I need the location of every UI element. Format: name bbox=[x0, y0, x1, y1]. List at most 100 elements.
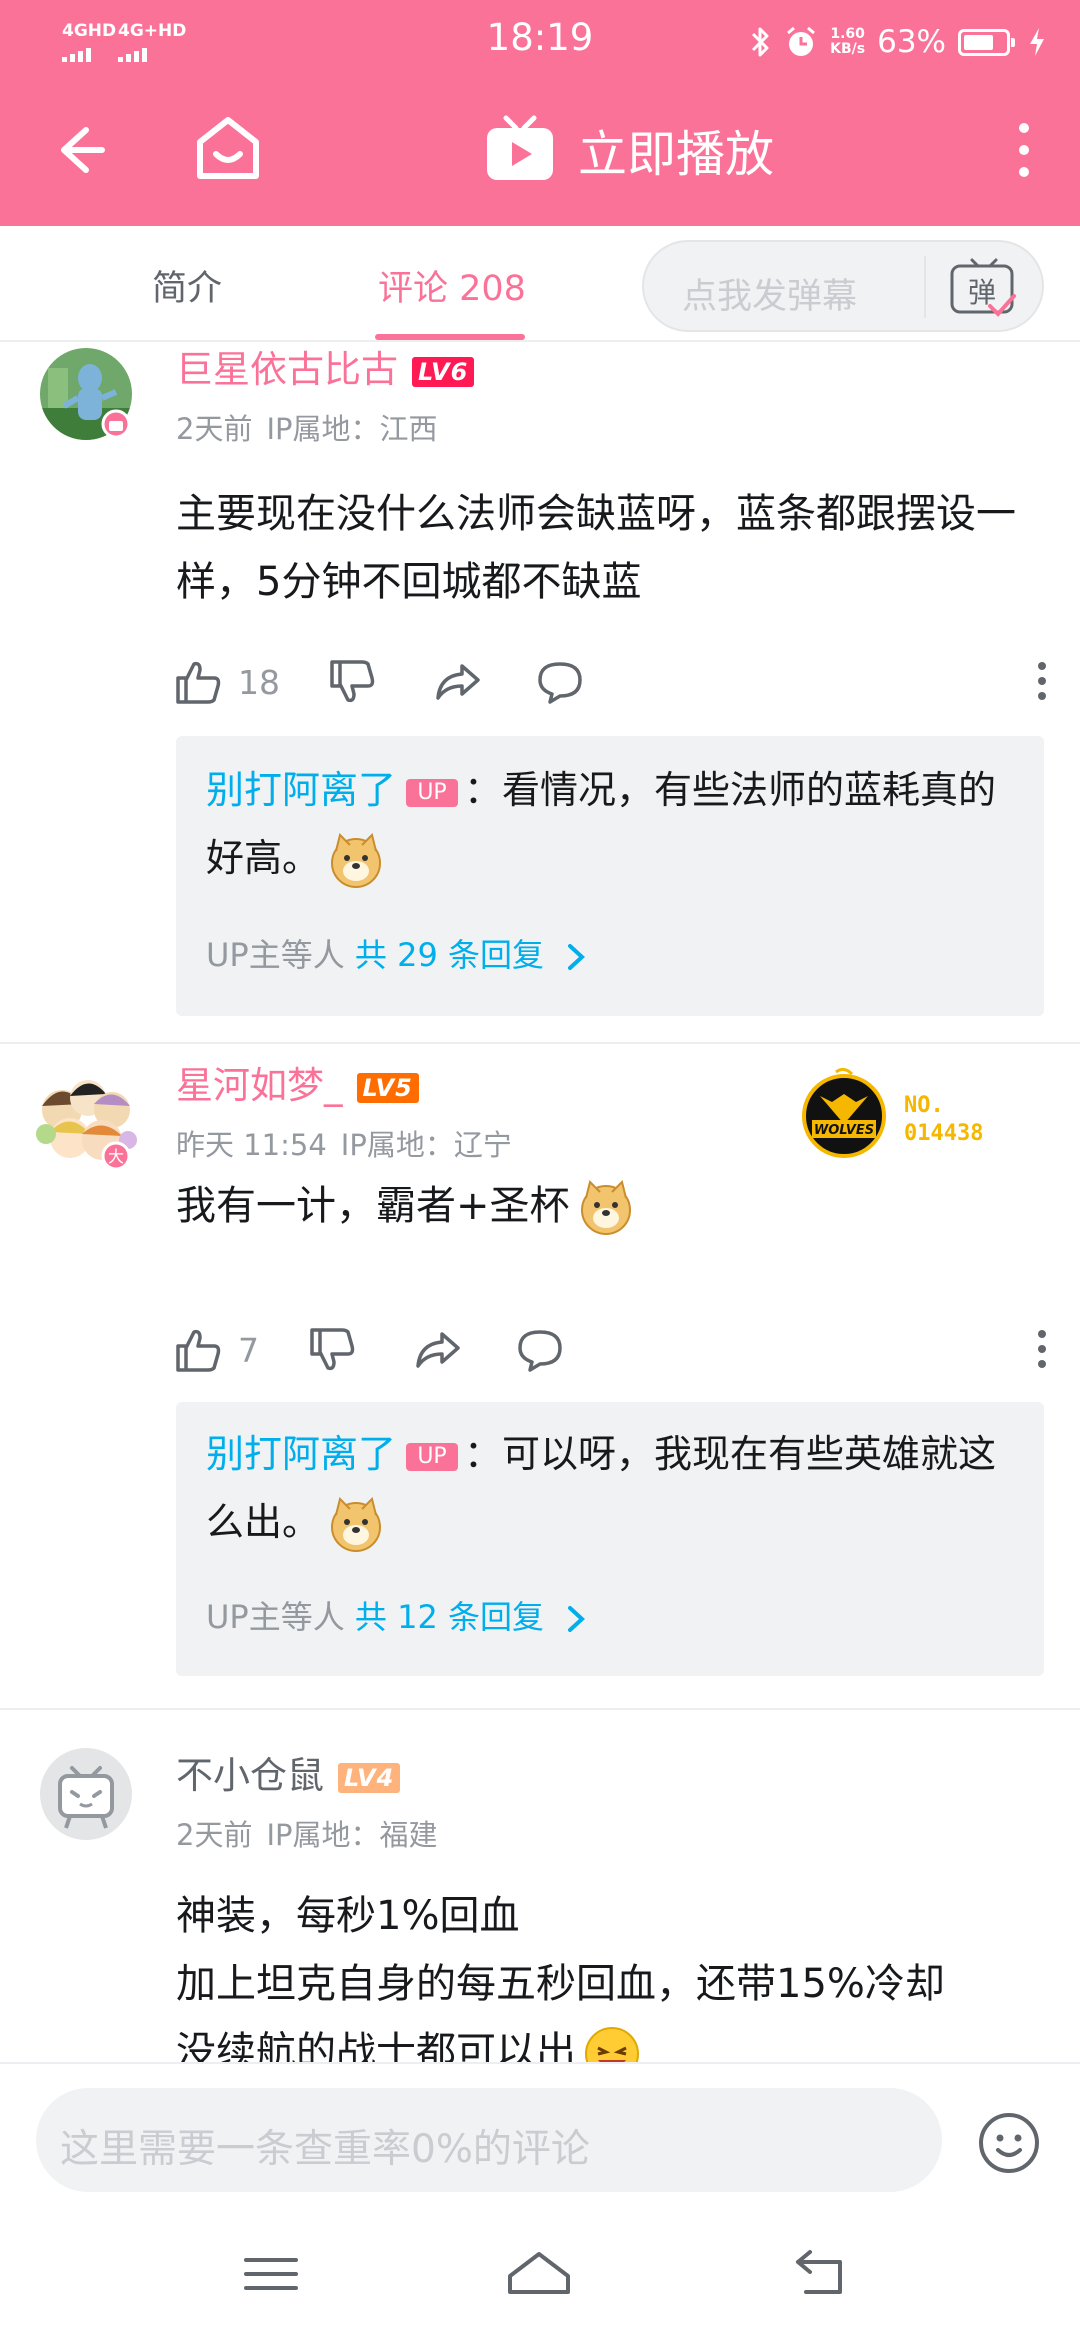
tab-active-indicator bbox=[375, 334, 525, 340]
status-right-group: 1.60 KB/s 63% bbox=[750, 20, 1046, 64]
battery-icon bbox=[958, 28, 1015, 56]
reply-username[interactable]: 别打阿离了 bbox=[206, 1432, 396, 1476]
comment-bubble-icon bbox=[518, 1330, 562, 1372]
top-bar: 4GHD 4G+HD 18:19 1.60 KB/s 63% 立即播放 bbox=[0, 0, 1080, 226]
comment-text: 神装，每秒1%回血 加上坦克自身的每五秒回血，还带15%冷却 没续航的战士都可以… bbox=[176, 1882, 1046, 2062]
emoji-icon[interactable] bbox=[976, 2110, 1042, 2176]
tv-play-icon bbox=[487, 115, 553, 180]
level-badge: LV6 bbox=[412, 356, 475, 387]
avatar[interactable] bbox=[40, 348, 132, 440]
system-nav-bar bbox=[0, 2212, 1080, 2340]
laughing-emoji-icon bbox=[585, 2027, 639, 2062]
comment-text-body: 没续航的战士都可以出 bbox=[176, 2029, 576, 2062]
dislike-button[interactable] bbox=[306, 1322, 358, 1378]
level-badge: LV5 bbox=[356, 1072, 419, 1103]
network-speed: 1.60 KB/s bbox=[830, 27, 865, 57]
dislike-button[interactable] bbox=[326, 654, 378, 710]
danmaku-toggle-icon[interactable]: 弹 bbox=[946, 256, 1022, 322]
medal-number: NO. 014438 bbox=[904, 1092, 983, 1148]
comment-text: 主要现在没什么法师会缺蓝呀，蓝条都跟摆设一样，5分钟不回城都不缺蓝 bbox=[176, 491, 1016, 605]
nav-home-icon[interactable] bbox=[504, 2244, 574, 2304]
avatar[interactable] bbox=[40, 1748, 132, 1840]
share-icon bbox=[416, 1332, 460, 1368]
play-now-button[interactable]: 立即播放 bbox=[484, 108, 774, 192]
fan-medal[interactable]: WOLVES NO. 014438 bbox=[796, 1066, 1016, 1166]
level-badge: LV4 bbox=[338, 1762, 401, 1793]
doge-emoji-icon bbox=[580, 1180, 631, 1235]
medal-no-value: 014438 bbox=[904, 1121, 984, 1146]
comment-text-line: 加上坦克自身的每五秒回血，还带15%冷却 bbox=[176, 1961, 945, 2007]
reply-button[interactable] bbox=[534, 654, 586, 710]
danmaku-input[interactable]: 点我发弹幕 弹 bbox=[642, 240, 1044, 332]
comment-more-icon[interactable] bbox=[1032, 656, 1052, 706]
reply-preview-box[interactable]: 别打阿离了 UP ：看情况，有些法师的蓝耗真的好高。 UP主等人 共 29 条回复 bbox=[176, 736, 1044, 1016]
reply-preview: 别打阿离了 UP ：可以呀，我现在有些英雄就这么出。 bbox=[206, 1420, 1016, 1556]
reply-count: 共 12 条回复 bbox=[354, 1598, 544, 1636]
alarm-icon bbox=[787, 26, 816, 56]
wolves-emblem-icon: WOLVES bbox=[802, 1067, 886, 1158]
danmaku-icon-char: 弹 bbox=[968, 276, 996, 309]
menu-icon[interactable] bbox=[236, 2244, 306, 2304]
tab-bar: 简介 评论 208 点我发弹幕 弹 bbox=[0, 226, 1080, 342]
comment-item: 大 星河如梦_ LV5 昨天 11:54 IP属地：辽宁 WOLVES NO. 01… bbox=[0, 1044, 1080, 1708]
avatar[interactable]: 大 bbox=[32, 1070, 140, 1178]
back-arrow-icon[interactable] bbox=[48, 114, 120, 186]
speed-unit: KB/s bbox=[830, 41, 866, 57]
like-count: 7 bbox=[238, 1330, 259, 1370]
tab-comments[interactable]: 评论 208 bbox=[378, 260, 526, 311]
comment-time: 昨天 11:54 bbox=[176, 1128, 327, 1162]
share-button[interactable] bbox=[412, 1322, 464, 1378]
danmaku-placeholder: 点我发弹幕 bbox=[682, 277, 858, 317]
like-button[interactable]: 18 bbox=[172, 654, 280, 710]
comment-meta: 昨天 11:54 IP属地：辽宁 bbox=[176, 1122, 526, 1164]
username-text: 星河如梦_ bbox=[176, 1064, 343, 1107]
comment-ip: IP属地：福建 bbox=[266, 1818, 438, 1852]
comment-text-line: 神装，每秒1%回血 bbox=[176, 1893, 520, 1939]
medal-text: WOLVES bbox=[814, 1123, 874, 1138]
comment-meta: 2天前 IP属地：江西 bbox=[176, 406, 452, 448]
play-now-label: 立即播放 bbox=[578, 125, 775, 183]
share-button[interactable] bbox=[432, 654, 484, 710]
up-badge: UP bbox=[406, 778, 459, 807]
comment-username[interactable]: 巨星依古比古 LV6 bbox=[176, 346, 475, 394]
comment-bubble-icon bbox=[538, 662, 582, 704]
view-all-replies-link[interactable]: UP主等人 共 29 条回复 bbox=[206, 930, 588, 976]
comment-item: 不小仓鼠 LV4 2天前 IP属地：福建 神装，每秒1%回血 加上坦克自身的每五秒回… bbox=[0, 1710, 1080, 2062]
thumbs-down-icon bbox=[310, 1328, 355, 1371]
doge-emoji-icon bbox=[331, 1496, 382, 1552]
comment-text-body: 我有一计，霸者+圣杯 bbox=[176, 1183, 570, 1229]
reply-preview: 别打阿离了 UP ：看情况，有些法师的蓝耗真的好高。 bbox=[206, 756, 1016, 892]
like-button[interactable]: 7 bbox=[172, 1322, 259, 1378]
comment-input-placeholder: 这里需要一条查重率0%的评论 bbox=[60, 2127, 590, 2172]
comment-username[interactable]: 星河如梦_ LV5 bbox=[176, 1062, 419, 1110]
tab-intro[interactable]: 简介 bbox=[152, 260, 222, 311]
comment-more-icon[interactable] bbox=[1032, 1324, 1052, 1374]
doge-emoji-icon bbox=[331, 832, 382, 888]
reply-more-prefix: UP主等人 bbox=[206, 1598, 345, 1636]
comment-time: 2天前 bbox=[176, 1818, 253, 1852]
reply-username[interactable]: 别打阿离了 bbox=[206, 768, 396, 812]
comment-ip: IP属地：辽宁 bbox=[340, 1128, 512, 1162]
title-bar: 立即播放 bbox=[0, 84, 1080, 226]
home-icon[interactable] bbox=[190, 110, 266, 186]
view-all-replies-link[interactable]: UP主等人 共 12 条回复 bbox=[206, 1592, 588, 1638]
reply-preview-box[interactable]: 别打阿离了 UP ：可以呀，我现在有些英雄就这么出。 UP主等人 共 12 条回复 bbox=[176, 1402, 1044, 1676]
medal-no-label: NO. bbox=[904, 1093, 944, 1118]
comment-input[interactable]: 这里需要一条查重率0%的评论 bbox=[36, 2088, 942, 2192]
nav-back-icon[interactable] bbox=[786, 2244, 856, 2304]
thumbs-up-icon bbox=[176, 1329, 221, 1372]
comment-text-line: 没续航的战士都可以出 bbox=[176, 2018, 1046, 2062]
danmaku-separator bbox=[924, 256, 926, 318]
comment-username[interactable]: 不小仓鼠 LV4 bbox=[176, 1752, 401, 1800]
share-icon bbox=[436, 664, 480, 700]
more-vertical-icon[interactable] bbox=[1004, 114, 1044, 186]
comment-text: 我有一计，霸者+圣杯 bbox=[176, 1172, 1046, 1240]
comment-meta: 2天前 IP属地：福建 bbox=[176, 1812, 452, 1854]
up-badge: UP bbox=[406, 1442, 459, 1471]
speed-value: 1.60 bbox=[830, 26, 865, 42]
chevron-right-icon bbox=[568, 1606, 586, 1632]
reply-button[interactable] bbox=[514, 1322, 566, 1378]
username-text: 不小仓鼠 bbox=[176, 1754, 324, 1797]
chevron-right-icon bbox=[568, 944, 586, 970]
thumbs-up-icon bbox=[176, 661, 221, 704]
